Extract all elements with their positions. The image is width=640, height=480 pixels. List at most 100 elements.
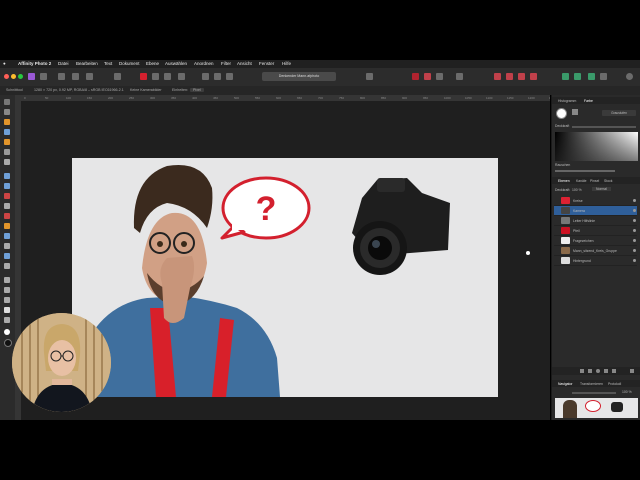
fill-color-icon[interactable]: [556, 108, 567, 119]
selection-brush-icon[interactable]: [4, 129, 10, 135]
tab-farbe[interactable]: Farbe: [584, 99, 593, 103]
zoom-slider[interactable]: [572, 392, 616, 394]
snapping-icon[interactable]: [178, 73, 185, 80]
layer-row[interactable]: Fragezeichen: [554, 236, 637, 246]
color-picker-icon[interactable]: [140, 73, 147, 80]
export-persona-icon[interactable]: [86, 73, 93, 80]
stroke-color-icon[interactable]: [572, 109, 578, 115]
units-select[interactable]: Pixel: [190, 88, 204, 92]
layer-row[interactable]: Kreise: [554, 196, 637, 206]
menu-auswaehlen[interactable]: Auswählen: [165, 61, 187, 66]
alignment-icon[interactable]: [574, 73, 581, 80]
visibility-icon[interactable]: [633, 199, 636, 202]
color-mode-select[interactable]: Graustufen: [602, 110, 636, 116]
visibility-icon[interactable]: [633, 259, 636, 262]
distribute-icon[interactable]: [226, 73, 233, 80]
view-tool-icon[interactable]: [4, 109, 10, 115]
layer-row[interactable]: Mann_sitzend_Kreis_Gruppe: [554, 246, 637, 256]
layers-visibility-icon[interactable]: [588, 73, 595, 80]
photo-persona-icon[interactable]: [28, 73, 35, 80]
zoom-window-icon[interactable]: [18, 74, 23, 79]
menu-bearbeiten[interactable]: Bearbeiten: [76, 61, 98, 66]
layer-row[interactable]: Hintergrund: [554, 256, 637, 266]
liquify-persona-icon[interactable]: [40, 73, 47, 80]
apple-icon[interactable]: ●: [3, 61, 6, 66]
menu-ansicht[interactable]: Ansicht: [237, 61, 252, 66]
preferences-icon[interactable]: [600, 73, 607, 80]
menu-datei[interactable]: Datei: [58, 61, 69, 66]
blur-brush-icon[interactable]: [4, 233, 10, 239]
delete-layer-icon[interactable]: [630, 369, 634, 373]
visibility-icon[interactable]: [633, 239, 636, 242]
layer-opacity-value[interactable]: 100 %: [572, 188, 582, 192]
mesh-warp-icon[interactable]: [4, 317, 10, 323]
tab-kanaele[interactable]: Kanäle: [576, 179, 587, 183]
account-icon[interactable]: [626, 73, 633, 80]
adjustment-icon[interactable]: [596, 369, 600, 373]
boolean-intersect-icon[interactable]: [518, 73, 525, 80]
quick-mask-icon[interactable]: [366, 73, 373, 80]
move-tool-icon[interactable]: [4, 99, 10, 105]
fill-tool-icon[interactable]: [4, 183, 10, 189]
layer-row[interactable]: Leiter Hilfslinie: [554, 216, 637, 226]
freehand-select-icon[interactable]: [4, 159, 10, 165]
mask-layer-icon[interactable]: [588, 369, 592, 373]
history-icon[interactable]: [114, 73, 121, 80]
boolean-subtract-icon[interactable]: [506, 73, 513, 80]
paint-brush-icon[interactable]: [4, 193, 10, 199]
tab-protokoll[interactable]: Protokoll: [608, 382, 621, 386]
menu-fenster[interactable]: Fenster: [259, 61, 274, 66]
noise-slider[interactable]: [555, 170, 615, 172]
close-window-icon[interactable]: [4, 74, 9, 79]
document-tab[interactable]: Denkender Mann.afphoto: [262, 72, 336, 81]
pen-tool-icon[interactable]: [4, 277, 10, 283]
layer-row[interactable]: Kamera: [554, 206, 637, 216]
add-selection-icon[interactable]: [424, 73, 431, 80]
visibility-icon[interactable]: [633, 209, 636, 212]
menu-filter[interactable]: Filter: [221, 61, 231, 66]
camera-data-label[interactable]: Keine Kamerabilder: [130, 88, 162, 92]
document-canvas[interactable]: ?: [72, 158, 498, 397]
tab-stock[interactable]: Stock: [604, 179, 612, 183]
menu-text[interactable]: Text: [104, 61, 112, 66]
refine-icon[interactable]: [456, 73, 463, 80]
blend-mode-select[interactable]: Normal: [592, 187, 611, 191]
arrange-icon[interactable]: [202, 73, 209, 80]
menu-dokument[interactable]: Dokument: [119, 61, 140, 66]
rectangle-tool-icon[interactable]: [4, 297, 10, 303]
clone-brush-icon[interactable]: [4, 223, 10, 229]
menu-ebene[interactable]: Ebene: [146, 61, 159, 66]
tab-ebenen[interactable]: Ebenen: [558, 179, 570, 183]
crop-tool-icon[interactable]: [4, 119, 10, 125]
marquee-tool-icon[interactable]: [4, 149, 10, 155]
text-tool-icon[interactable]: [4, 307, 10, 313]
subtract-selection-icon[interactable]: [436, 73, 443, 80]
inpainting-brush-icon[interactable]: [4, 253, 10, 259]
selection-mode-icon[interactable]: [412, 73, 419, 80]
healing-brush-icon[interactable]: [4, 243, 10, 249]
tab-pinsel[interactable]: Pinsel: [590, 179, 599, 183]
tonemap-persona-icon[interactable]: [72, 73, 79, 80]
brush-icon[interactable]: [152, 73, 159, 80]
layer-row[interactable]: Pfeil: [554, 226, 637, 236]
zoom-value[interactable]: 100 %: [622, 390, 632, 394]
menu-hilfe[interactable]: Hilfe: [282, 61, 291, 66]
navigator-preview[interactable]: [555, 398, 638, 418]
menu-anordnen[interactable]: Anordnen: [194, 61, 214, 66]
secondary-color-swatch[interactable]: [4, 339, 12, 347]
node-tool-icon[interactable]: [4, 287, 10, 293]
primary-color-swatch[interactable]: [4, 329, 10, 335]
assistant-icon[interactable]: [562, 73, 569, 80]
tab-navigator[interactable]: Navigator: [558, 382, 573, 386]
align-icon[interactable]: [214, 73, 221, 80]
group-icon[interactable]: [612, 369, 616, 373]
tab-histogramm[interactable]: Histogramm: [558, 99, 576, 103]
tab-transformieren[interactable]: Transformieren: [580, 382, 603, 386]
flood-select-icon[interactable]: [4, 139, 10, 145]
develop-persona-icon[interactable]: [58, 73, 65, 80]
boolean-divide-icon[interactable]: [530, 73, 537, 80]
dodge-brush-icon[interactable]: [4, 213, 10, 219]
smudge-icon[interactable]: [164, 73, 171, 80]
boolean-add-icon[interactable]: [494, 73, 501, 80]
add-layer-icon[interactable]: [580, 369, 584, 373]
